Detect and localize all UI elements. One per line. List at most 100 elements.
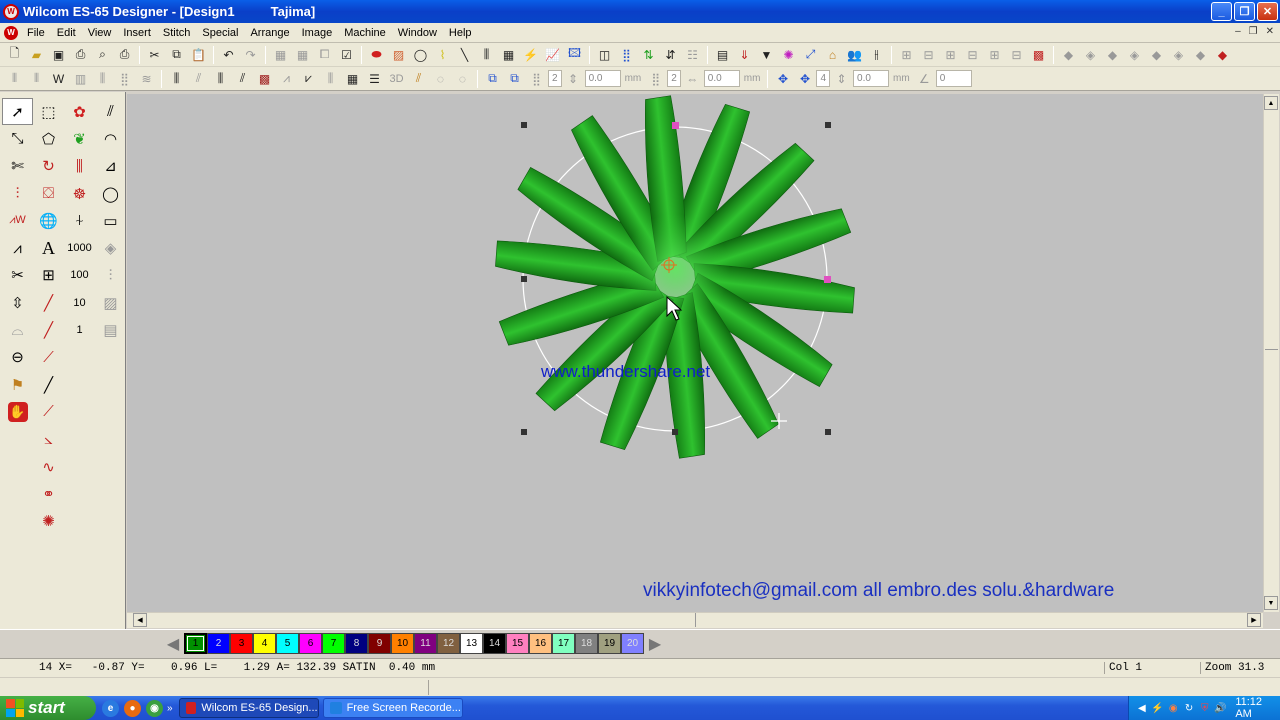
seq-4-icon[interactable]: ◈ bbox=[1124, 45, 1145, 65]
effect-13-icon[interactable]: ◌ bbox=[452, 69, 473, 89]
color-swatch[interactable]: 7 bbox=[322, 633, 345, 654]
cut-icon[interactable]: ✂ bbox=[144, 45, 165, 65]
lock-icon[interactable]: ⧠ bbox=[314, 45, 335, 65]
color-swatch[interactable]: 14 bbox=[483, 633, 506, 654]
spacing-1-icon[interactable]: ⇕ bbox=[563, 69, 584, 89]
triple-run-icon[interactable]: ⟋ bbox=[33, 344, 64, 371]
update-icon[interactable]: ↻ bbox=[1182, 701, 1196, 715]
bead-icon[interactable]: ⚭ bbox=[33, 480, 64, 507]
dimension-icon[interactable]: ⇳ bbox=[2, 289, 33, 316]
color-swatch[interactable]: 13 bbox=[460, 633, 483, 654]
effect-4-icon[interactable]: ⫽ bbox=[232, 69, 253, 89]
app-icon[interactable]: W bbox=[3, 3, 19, 20]
stitch-type-5-icon[interactable]: ⫼ bbox=[92, 69, 113, 89]
satin-column-icon[interactable]: ⫼ bbox=[64, 153, 95, 180]
stitch-type-7-icon[interactable]: ≋ bbox=[136, 69, 157, 89]
stitch-count-10[interactable]: 10 bbox=[64, 289, 95, 316]
tray-back-icon[interactable]: ◀ bbox=[1135, 701, 1149, 715]
photo-stitch-icon[interactable]: ▤ bbox=[95, 316, 126, 343]
seq-5-icon[interactable]: ◆ bbox=[1146, 45, 1167, 65]
angle-field[interactable]: 0 bbox=[935, 70, 972, 87]
seq-1-icon[interactable]: ◆ bbox=[1058, 45, 1079, 65]
select-points-icon[interactable]: ⤡ bbox=[2, 125, 33, 152]
scroll-right-icon[interactable]: ▶ bbox=[1247, 613, 1261, 627]
task-wilcom[interactable]: Wilcom ES-65 Design... bbox=[178, 698, 319, 718]
count-field[interactable]: 4 bbox=[816, 70, 831, 87]
arc-icon[interactable]: ◠ bbox=[95, 125, 126, 152]
menu-view[interactable]: View bbox=[82, 27, 118, 39]
group-icon[interactable]: ▦ bbox=[270, 45, 291, 65]
globe-icon[interactable]: 🌐 bbox=[33, 207, 64, 234]
jagged-icon[interactable]: ⌇ bbox=[432, 45, 453, 65]
spacing-3-icon[interactable]: ⇕ bbox=[831, 69, 852, 89]
stitch-view-icon[interactable]: ⫼ bbox=[476, 45, 497, 65]
menu-stitch[interactable]: Stitch bbox=[157, 27, 197, 39]
color-swatch[interactable]: 5 bbox=[276, 633, 299, 654]
transform-icon[interactable]: ⤢ bbox=[800, 45, 821, 65]
angle-icon[interactable]: ∠ bbox=[914, 69, 935, 89]
align-left-icon[interactable]: ⊞ bbox=[896, 45, 917, 65]
view-design-icon[interactable]: ◫ bbox=[594, 45, 615, 65]
effect-1-icon[interactable]: ⫼ bbox=[166, 69, 187, 89]
split-icon[interactable]: ⫲ bbox=[866, 45, 887, 65]
effect-10-icon[interactable]: ☰ bbox=[364, 69, 385, 89]
line-icon[interactable]: ╱ bbox=[33, 371, 64, 398]
color-swatch[interactable]: 20 bbox=[621, 633, 644, 654]
design-canvas[interactable]: www.thundershare.net vikkyinfotech@gmail… bbox=[127, 94, 1263, 612]
scroll-down-icon[interactable]: ▼ bbox=[1264, 596, 1278, 610]
mdi-restore-button[interactable]: ❐ bbox=[1249, 26, 1258, 37]
cols-field[interactable]: 2 bbox=[667, 70, 681, 87]
color-swatch[interactable]: 18 bbox=[575, 633, 598, 654]
3d-icon[interactable]: 3D bbox=[386, 69, 407, 89]
seq-2-icon[interactable]: ◈ bbox=[1080, 45, 1101, 65]
align-right-icon[interactable]: ⊞ bbox=[940, 45, 961, 65]
menu-window[interactable]: Window bbox=[392, 27, 443, 39]
volume-icon[interactable]: 🔊 bbox=[1214, 701, 1228, 715]
stitch-type-3-icon[interactable]: W bbox=[48, 69, 69, 89]
network-icon[interactable]: ⚡ bbox=[1151, 701, 1165, 715]
move-icon[interactable]: ✥ bbox=[772, 69, 793, 89]
stitch-count-1[interactable]: 1 bbox=[64, 316, 95, 343]
outline-icon[interactable]: ◯ bbox=[410, 45, 431, 65]
wave-icon[interactable]: ∿ bbox=[33, 453, 64, 480]
circle-star-icon[interactable]: ✺ bbox=[33, 507, 64, 534]
color-swatch[interactable]: 8 bbox=[345, 633, 368, 654]
offset-field[interactable]: 0.0 bbox=[853, 70, 890, 87]
zigzag-icon[interactable]: ⩘W bbox=[2, 207, 33, 234]
quick-launch-more-icon[interactable]: » bbox=[167, 703, 173, 714]
horizontal-scroll-thumb[interactable] bbox=[695, 613, 697, 627]
knife-icon[interactable]: ✄ bbox=[2, 153, 33, 180]
motif-icon[interactable]: ☸ bbox=[64, 180, 95, 207]
color-swatch[interactable]: 2 bbox=[207, 633, 230, 654]
color-swatch[interactable]: 10 bbox=[391, 633, 414, 654]
effect-5-icon[interactable]: ▩ bbox=[254, 69, 275, 89]
effect-3-icon[interactable]: ⫼ bbox=[210, 69, 231, 89]
scroll-up-icon[interactable]: ▲ bbox=[1264, 96, 1278, 110]
appliqué-icon[interactable]: ⌓ bbox=[2, 316, 33, 343]
stitch-player-icon[interactable]: ▩ bbox=[1028, 45, 1049, 65]
effect-9-icon[interactable]: ▦ bbox=[342, 69, 363, 89]
seq-7-icon[interactable]: ◆ bbox=[1190, 45, 1211, 65]
fill-stitch-icon[interactable]: ▨ bbox=[388, 45, 409, 65]
start-button[interactable]: start bbox=[0, 696, 96, 720]
vertical-scroll-thumb[interactable] bbox=[1265, 349, 1278, 361]
satin-icon[interactable]: ⬬ bbox=[366, 45, 387, 65]
ie-icon[interactable]: e bbox=[102, 699, 119, 717]
run-stitch-icon[interactable]: ╱ bbox=[33, 289, 64, 316]
open-folder-icon[interactable]: ▰ bbox=[26, 45, 47, 65]
color-swatch[interactable]: 16 bbox=[529, 633, 552, 654]
menu-image[interactable]: Image bbox=[296, 27, 339, 39]
needle-icon[interactable]: ╲ bbox=[454, 45, 475, 65]
col-spacing-field[interactable]: 0.0 bbox=[703, 70, 740, 87]
color-swatch[interactable]: 1 bbox=[184, 633, 207, 654]
task-screen-recorder[interactable]: Free Screen Recorde... bbox=[322, 698, 463, 718]
people-icon[interactable]: 👥 bbox=[844, 45, 865, 65]
stitch-edit-icon[interactable]: ⫶ bbox=[2, 180, 33, 207]
seq-6-icon[interactable]: ◈ bbox=[1168, 45, 1189, 65]
ellipse-icon[interactable]: ◯ bbox=[95, 180, 126, 207]
stitch-type-6-icon[interactable]: ⣿ bbox=[114, 69, 135, 89]
scissors-icon[interactable]: ✂ bbox=[2, 262, 33, 289]
color-swatch[interactable]: 15 bbox=[506, 633, 529, 654]
security-icon[interactable]: ⛨ bbox=[1198, 701, 1212, 715]
copy-icon[interactable]: ⧉ bbox=[166, 45, 187, 65]
